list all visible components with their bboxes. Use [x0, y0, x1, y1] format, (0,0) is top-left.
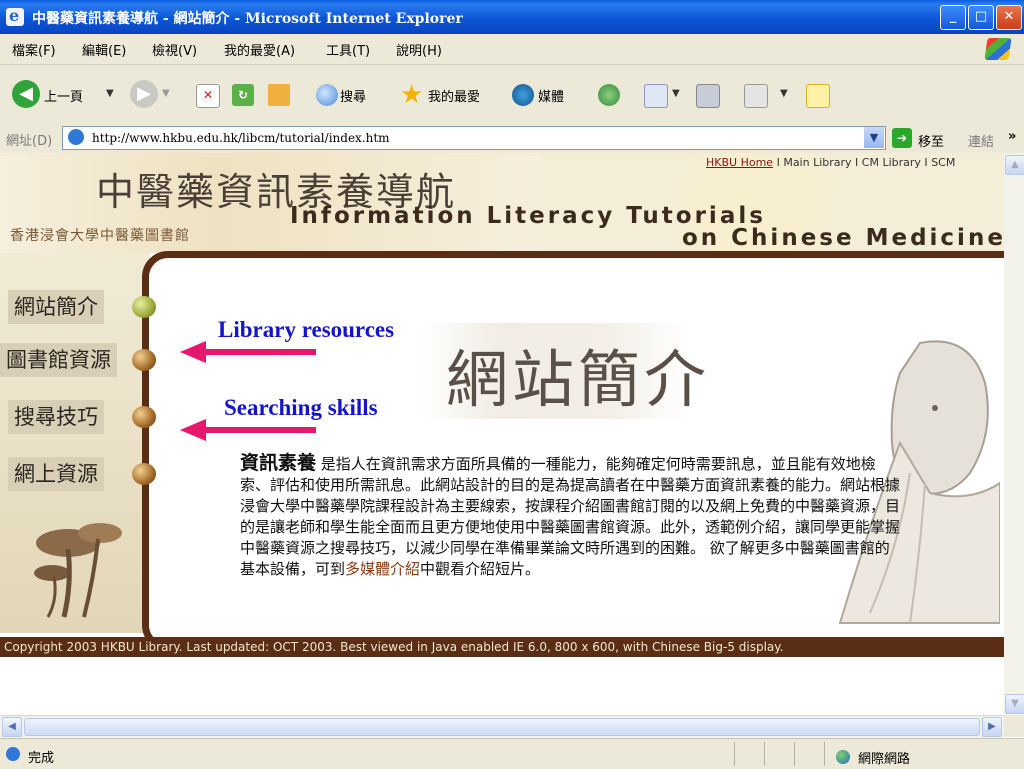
scroll-left-icon[interactable]: ◀	[2, 717, 22, 737]
back-arrow-icon[interactable]: ◀	[12, 80, 40, 108]
main-library-link[interactable]: Main Library	[783, 156, 851, 169]
nav-ball-icon	[132, 296, 156, 318]
menu-view[interactable]: 檢視(V)	[152, 40, 197, 59]
vertical-scrollbar[interactable]	[1004, 153, 1024, 715]
scroll-right-icon[interactable]: ▶	[982, 717, 1002, 737]
close-button[interactable]: ✕	[996, 5, 1022, 30]
link-separator: I	[851, 156, 862, 169]
window-title: 中醫藥資訊素養導航 - 網站簡介 - Microsoft Internet Ex…	[32, 11, 463, 27]
mail-icon[interactable]	[644, 84, 668, 108]
nav-ball-icon	[132, 349, 156, 371]
favorites-button-label[interactable]: 我的最愛	[428, 86, 480, 105]
favorites-star-icon[interactable]: ★	[400, 80, 423, 110]
nav-item-label: 網上資源	[8, 457, 104, 491]
status-divider	[764, 742, 765, 766]
maximize-button[interactable]: □	[968, 5, 994, 30]
title-bar[interactable]: 中醫藥資訊素養導航 - 網站簡介 - Microsoft Internet Ex…	[0, 0, 1024, 34]
pink-arrow-shaft	[204, 427, 316, 433]
nav-ball-icon	[132, 463, 156, 485]
scrollbar-corner	[1004, 715, 1024, 737]
scm-link[interactable]: SCM	[931, 156, 955, 169]
forward-dropdown-icon[interactable]: ▼	[162, 88, 170, 99]
mail-dropdown-icon[interactable]: ▼	[672, 88, 680, 99]
edit-dropdown-icon[interactable]: ▼	[780, 88, 788, 99]
discuss-icon[interactable]	[806, 84, 830, 108]
top-links: HKBU Home I Main Library I CM Library I …	[706, 156, 955, 169]
address-url[interactable]: http://www.hkbu.edu.hk/libcm/tutorial/in…	[92, 131, 390, 145]
multimedia-link[interactable]: 多媒體介紹	[345, 560, 420, 578]
address-dropdown-icon[interactable]: ▼	[864, 127, 884, 148]
forward-arrow-icon[interactable]: ▶	[130, 80, 158, 108]
horizontal-scroll-thumb[interactable]	[24, 718, 980, 736]
library-resources-annotation: Library resources	[218, 317, 395, 342]
go-button-label[interactable]: 移至	[918, 131, 944, 150]
section-title: 網站簡介	[446, 343, 711, 416]
scroll-down-icon[interactable]: ▼	[1005, 694, 1024, 714]
security-zone-text: 網際網路	[858, 752, 911, 767]
search-button-label[interactable]: 搜尋	[340, 86, 366, 105]
hkbu-home-link[interactable]: HKBU Home	[706, 156, 773, 169]
home-icon[interactable]	[268, 84, 290, 106]
stop-icon[interactable]: ✕	[196, 84, 220, 108]
refresh-icon[interactable]: ↻	[232, 84, 254, 106]
lingzhi-mushroom-image	[34, 523, 122, 618]
site-title-english-line2: on Chinese Medicine	[682, 225, 1004, 251]
media-button-label[interactable]: 媒體	[538, 86, 564, 105]
menu-edit[interactable]: 編輯(E)	[82, 40, 126, 59]
windows-logo-icon	[984, 38, 1012, 60]
pink-arrow-shaft	[204, 349, 316, 355]
nav-item-label: 圖書館資源	[0, 343, 117, 377]
nav-ball-icon	[132, 406, 156, 428]
page-done-icon	[6, 747, 20, 761]
status-divider	[824, 742, 825, 766]
status-text: 完成	[28, 751, 55, 766]
ie-icon	[6, 6, 24, 26]
links-label[interactable]: 連結	[968, 131, 994, 150]
description-term: 資訊素養	[240, 452, 317, 474]
pink-arrow-icon	[180, 341, 206, 363]
status-divider	[794, 742, 795, 766]
frame-top-border	[485, 251, 1004, 258]
pink-arrow-icon	[180, 419, 206, 441]
menu-file[interactable]: 檔案(F)	[12, 40, 56, 59]
nav-item-library-resources[interactable]: 圖書館資源	[0, 343, 156, 377]
address-label: 網址(D)	[6, 134, 53, 149]
menu-help[interactable]: 說明(H)	[396, 40, 442, 59]
intro-description: 資訊素養 是指人在資訊需求方面所具備的一種能力，能夠確定何時需要訊息，並且能有效…	[240, 453, 904, 580]
site-subtitle-chinese: 香港浸會大學中醫藥圖書館	[10, 228, 190, 244]
nav-item-label: 網站簡介	[8, 290, 104, 324]
back-button-label[interactable]: 上一頁	[44, 86, 83, 105]
back-dropdown-icon[interactable]: ▼	[106, 88, 114, 99]
menu-tools[interactable]: 工具(T)	[326, 40, 370, 59]
nav-item-label: 搜尋技巧	[8, 400, 104, 434]
cm-library-link[interactable]: CM Library	[862, 156, 921, 169]
media-icon[interactable]	[512, 84, 534, 106]
go-arrow-icon[interactable]: ➔	[892, 128, 912, 148]
nav-item-searching-skills[interactable]: 搜尋技巧	[0, 400, 156, 434]
copyright-bar: Copyright 2003 HKBU Library. Last update…	[0, 637, 1004, 657]
print-icon[interactable]	[696, 84, 720, 108]
description-text-end: 中觀看介紹短片。	[420, 560, 541, 578]
scroll-up-icon[interactable]: ▲	[1005, 155, 1024, 175]
nav-item-intro[interactable]: 網站簡介	[0, 290, 156, 324]
page-icon	[68, 129, 84, 145]
search-icon[interactable]	[316, 84, 338, 106]
history-icon[interactable]	[598, 84, 620, 106]
status-divider	[734, 742, 735, 766]
internet-zone-icon	[836, 750, 850, 764]
minimize-button[interactable]: _	[940, 5, 966, 30]
description-text: 是指人在資訊需求方面所具備的一種能力，能夠確定何時需要訊息，並且能有效地檢索、評…	[240, 455, 901, 578]
links-chevron-icon[interactable]: »	[1008, 129, 1016, 144]
link-separator: I	[920, 156, 932, 169]
nav-item-online-resources[interactable]: 網上資源	[0, 457, 156, 491]
edit-icon[interactable]	[744, 84, 768, 108]
page-content: 中醫藥資訊素養導航 香港浸會大學中醫藥圖書館 Information Liter…	[0, 153, 1004, 715]
menu-favorites[interactable]: 我的最愛(A)	[224, 40, 295, 59]
link-separator: I	[773, 156, 784, 169]
searching-skills-annotation: Searching skills	[224, 395, 378, 420]
